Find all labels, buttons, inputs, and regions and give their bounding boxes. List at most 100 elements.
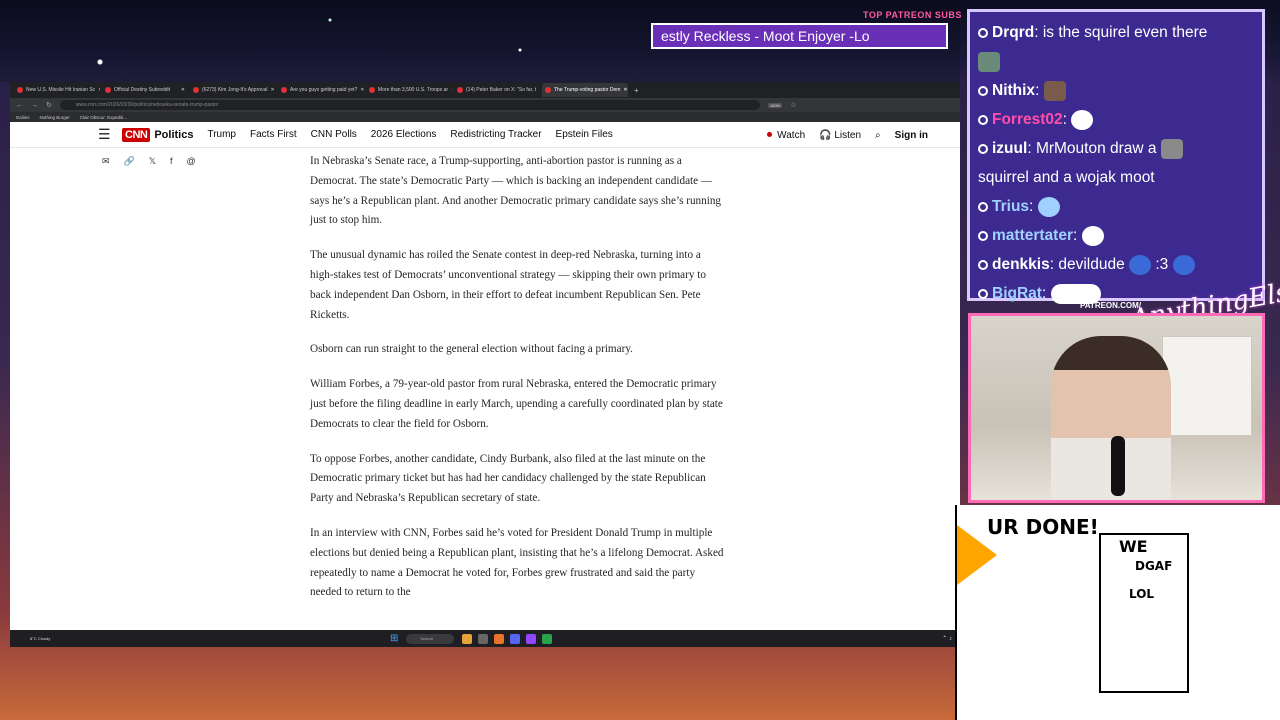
section-politics[interactable]: Politics [154,129,193,141]
article-paragraph: In an interview with CNN, Forbes said he… [310,526,724,599]
chat-badge-icon [978,230,988,241]
nav-link[interactable]: Redistricting Tracker [450,129,541,140]
cnn-logo[interactable]: CNN [122,127,151,142]
tab-favicon-icon [193,87,199,93]
tab-bar: New U.S. Missile Hit Iranian Sc✕ Officia… [10,82,960,98]
nav-link[interactable]: 2026 Elections [371,129,437,140]
sign-in-button[interactable]: Sign in [895,130,928,141]
comic-text: LOL [1129,587,1155,601]
windows-start-icon[interactable]: ⊞ [390,633,398,644]
emote-icon [978,51,1000,72]
nav-link[interactable]: Trump [207,129,236,140]
close-icon[interactable]: ✕ [623,87,627,93]
bookmark-item[interactable]: Clair Obscur: Expediti... [80,115,127,120]
tab-favicon-icon [545,87,551,93]
search-icon[interactable]: ⌕ [875,130,881,141]
menu-icon[interactable]: ☰ [98,126,122,143]
comic-text: DGAF [1135,559,1173,573]
browser-tab[interactable]: More than 3,500 U.S. Troops ar✕ [366,83,452,97]
article-paragraph: In Nebraska’s Senate race, a Trump-suppo… [310,155,722,227]
close-icon[interactable]: ✕ [360,87,364,93]
chrome-icon[interactable] [542,633,553,644]
close-icon[interactable]: ✕ [539,87,540,93]
browser-tab[interactable]: New U.S. Missile Hit Iranian Sc✕ [14,83,100,97]
top-patreon-subs-label: TOP PATREON SUBS [863,10,962,20]
bookmark-item[interactable]: Dailies [16,115,30,120]
back-arrow-icon[interactable]: ← [16,102,23,109]
address-bar-row: ← → ↻ www.cnn.com/2026/03/30/politics/ne… [10,98,960,112]
weather-widget[interactable]: 8°C Cloudy [10,636,390,641]
close-icon[interactable]: ✕ [98,87,100,93]
article-paragraph: William Forbes, a 79-year-old pastor fro… [310,378,723,430]
new-tab-icon[interactable]: + [630,86,643,95]
chat-message: Forrest02: [978,105,1254,134]
chat-badge-icon [978,201,988,212]
zoom-level-badge[interactable]: 160% [767,102,783,108]
chat-message: denkkis: devildude :3 [978,250,1254,279]
watch-button[interactable]: Watch [767,130,805,141]
chat-message: Trius: [978,192,1254,221]
browser-tab[interactable]: Official Destiny Subreddit ✕ [102,83,188,97]
emote-icon [1037,196,1060,217]
close-icon[interactable]: ✕ [451,87,452,93]
webcam-feed [968,313,1265,503]
bookmark-item[interactable]: Nothing Burger [40,115,70,120]
x-icon[interactable]: 𝕏 [149,156,156,167]
listen-button[interactable]: 🎧 Listen [819,130,861,141]
share-bar: ✉ 🔗 𝕏 f @ [102,156,196,167]
url-field[interactable]: www.cnn.com/2026/03/30/politics/nebraska… [59,100,760,110]
taskbar-search[interactable]: Search [406,633,455,644]
chat-message: Nithix: [978,76,1254,105]
nav-link[interactable]: CNN Polls [311,129,357,140]
tab-favicon-icon [105,87,111,93]
app-icon[interactable] [526,633,537,644]
chat-badge-icon [978,288,988,299]
browser-tab-active[interactable]: The Trump-voting pastor Dem ✕ [542,83,628,97]
headphones-icon: 🎧 [819,129,835,141]
email-icon[interactable]: ✉ [102,156,110,167]
facebook-icon[interactable]: f [170,156,173,167]
microphone-image [1111,436,1125,496]
chat-badge-icon [978,143,988,154]
nav-link[interactable]: Facts First [250,129,297,140]
tab-favicon-icon [457,87,463,93]
emote-icon [1071,109,1094,130]
article-paragraph: To oppose Forbes, another candidate, Cin… [310,452,706,505]
chat-message-continued: squirrel and a wojak moot [978,169,1155,186]
comic-text: WE [1119,537,1148,556]
browser-window: New U.S. Missile Hit Iranian Sc✕ Officia… [10,82,960,647]
chat-message: Drqrd: is the squirel even there [978,18,1254,47]
comic-text: UR DONE! [987,515,1099,539]
star-icon[interactable]: ☆ [790,101,796,109]
forward-arrow-icon[interactable]: → [31,102,38,109]
chat-badge-icon [978,85,988,96]
firefox-icon[interactable] [494,633,505,644]
tab-favicon-icon [17,87,23,93]
close-icon[interactable]: ✕ [181,87,185,93]
browser-tab[interactable]: (6273) Kim Jong-It's Approval ✕ [190,83,276,97]
threads-icon[interactable]: @ [187,156,196,167]
app-icon[interactable] [478,633,489,644]
close-icon[interactable]: ✕ [270,87,274,93]
discord-icon[interactable] [510,633,521,644]
tab-favicon-icon [281,87,287,93]
article-body: In Nebraska’s Senate race, a Trump-suppo… [310,152,725,618]
live-dot-icon [767,132,773,138]
nav-link[interactable]: Epstein Files [556,129,613,140]
browser-tab[interactable]: Are you guys getting paid yet? ✕ [278,83,364,97]
app-icon[interactable] [462,633,473,644]
chat-badge-icon [978,27,988,38]
chat-badge-icon [978,114,988,125]
chat-message: izuul: MrMouton draw a [978,134,1254,163]
comic-drawing: UR DONE! WE DGAF LOL [955,505,1280,720]
chat-message [978,47,1254,76]
reload-icon[interactable]: ↻ [46,101,52,109]
chat-message: mattertater: [978,221,1254,250]
shelf-image [1162,336,1252,436]
patreon-subs-ticker: estly Reckless - Moot Enjoyer -Lo [651,23,948,49]
windows-taskbar: 8°C Cloudy ⊞ Search ⌃ ♪ [10,630,960,647]
chat-overlay: Drqrd: is the squirel even there Nithix:… [967,9,1265,304]
link-icon[interactable]: 🔗 [124,156,135,167]
emote-icon [1160,138,1183,159]
browser-tab[interactable]: (14) Peter Baker on X: "So far, t✕ [454,83,540,97]
